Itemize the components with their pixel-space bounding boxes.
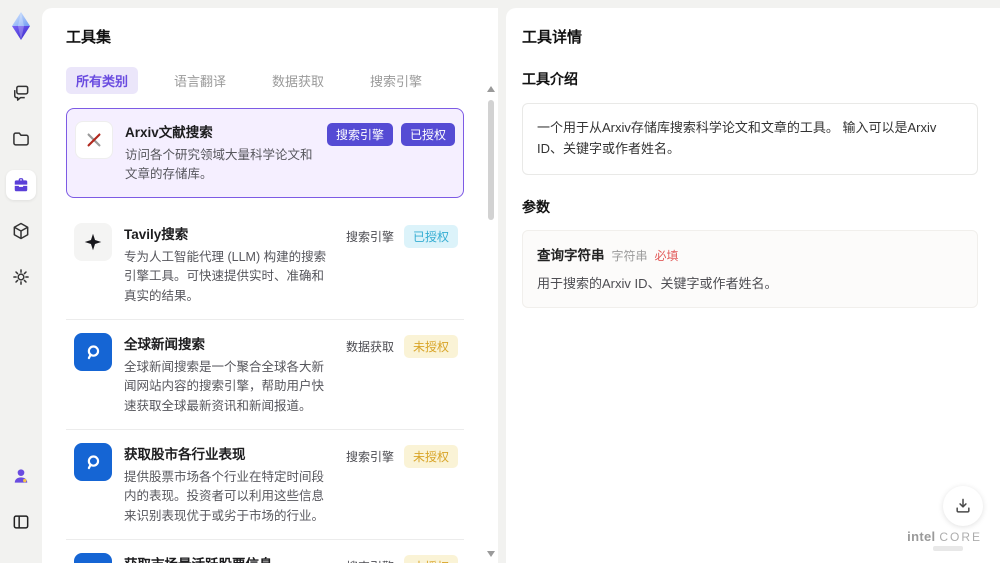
blue-q-logo-icon (74, 553, 112, 563)
settings-icon (13, 269, 29, 285)
category-badge: 数据获取 (345, 339, 394, 354)
sidebar-item-toolbox[interactable] (6, 170, 36, 200)
status-badge: 未授权 (403, 555, 458, 563)
tool-badges: 数据获取 未授权 (344, 334, 458, 358)
tool-badges: 搜索引擎 已授权 (326, 123, 455, 146)
tab-translation[interactable]: 语言翻译 (164, 67, 236, 94)
scroll-up-arrow[interactable] (487, 86, 495, 92)
status-badge: 未授权 (403, 445, 458, 468)
tool-description: 提供股票市场各个行业在特定时间段内的表现。投资者可以利用这些信息来识别表现优于或… (124, 470, 325, 523)
tool-description: 专为人工智能代理 (LLM) 构建的搜索引擎工具。可快速提供实时、准确和真实的结… (124, 249, 327, 303)
tool-row-sector-performance[interactable]: 获取股市各行业表现 提供股票市场各个行业在特定时间段内的表现。投资者可以利用这些… (66, 430, 464, 541)
blue-q-logo-icon (74, 332, 112, 371)
page-title: 工具集 (66, 29, 112, 46)
download-button[interactable] (943, 486, 983, 526)
status-badge: 未授权 (403, 334, 458, 358)
category-badge: 搜索引擎 (345, 450, 394, 464)
intel-sub-badge (933, 546, 964, 551)
category-badge: 搜索引擎 (344, 555, 396, 563)
sidebar-item-account[interactable] (6, 461, 36, 491)
folder-icon (13, 132, 29, 146)
tool-info: 全球新闻搜索 全球新闻搜索是一个聚合全球各大新闻网站内容的搜索引擎，帮助用户快速… (124, 333, 334, 416)
tool-badges: 搜索引擎 未授权 (344, 555, 458, 563)
blue-q-logo-icon (74, 443, 112, 481)
category-badge: 搜索引擎 (326, 123, 393, 146)
tab-all-categories[interactable]: 所有类别 (66, 67, 139, 94)
scrollbar-thumb[interactable] (488, 100, 494, 220)
param-name: 查询字符串 (537, 247, 605, 263)
sidebar-item-files[interactable] (6, 124, 36, 154)
intel-core-logo: intel CORE (907, 530, 982, 551)
intro-heading: 工具介绍 (522, 71, 578, 87)
download-icon (956, 498, 970, 513)
panel-toggle-icon (13, 515, 29, 529)
tool-info: 获取股市各行业表现 提供股票市场各个行业在特定时间段内的表现。投资者可以利用这些… (124, 443, 334, 526)
avatar-icon (14, 469, 28, 483)
tab-search-engine[interactable]: 搜索引擎 (360, 67, 432, 94)
tool-badges: 搜索引擎 未授权 (344, 445, 458, 468)
tavily-logo-icon (74, 222, 112, 261)
sidebar-item-collapse[interactable] (6, 507, 36, 537)
arxiv-logo-icon (75, 121, 113, 159)
tool-row-arxiv[interactable]: Arxiv文献搜索 访问各个研究领域大量科学论文和文章的存储库。 搜索引擎 已授… (66, 108, 464, 198)
sidebar-item-chat[interactable] (6, 78, 36, 108)
param-description: 用于搜索的Arxiv ID、关键字或作者姓名。 (537, 275, 778, 291)
status-badge: 已授权 (403, 224, 458, 248)
scroll-down-arrow[interactable] (487, 551, 495, 557)
details-title: 工具详情 (522, 29, 583, 46)
toolbox-icon (14, 178, 28, 192)
tool-description: 访问各个研究领域大量科学论文和文章的存储库。 (125, 148, 313, 182)
tool-row-most-active-stocks[interactable]: 获取市场最活跃股票信息 提供当天交易量最高的股票列表。投资者可以利用这些信息来识… (66, 540, 464, 563)
tools-panel: 工具集 所有类别 语言翻译 数据获取 搜索引擎 Arxiv文献搜索 访问各个研究… (42, 8, 498, 563)
param-card: 查询字符串 字符串 必填 用于搜索的Arxiv ID、关键字或作者姓名。 (522, 229, 978, 308)
tool-info: 获取市场最活跃股票信息 提供当天交易量最高的股票列表。投资者可以利用这些信息来识… (124, 553, 334, 563)
tool-intro-text: 一个用于从Arxiv存储库搜索科学论文和文章的工具。 输入可以是Arxiv ID… (522, 103, 978, 175)
tool-row-global-news[interactable]: 全球新闻搜索 全球新闻搜索是一个聚合全球各大新闻网站内容的搜索引擎，帮助用户快速… (66, 320, 464, 430)
gem-logo-icon (12, 12, 30, 40)
category-tabs: 所有类别 语言翻译 数据获取 搜索引擎 (66, 67, 476, 94)
tool-details-panel: 工具详情 工具介绍 一个用于从Arxiv存储库搜索科学论文和文章的工具。 输入可… (506, 8, 1000, 563)
tool-description: 全球新闻搜索是一个聚合全球各大新闻网站内容的搜索引擎，帮助用户快速获取全球最新资… (124, 359, 325, 413)
params-heading: 参数 (522, 198, 550, 215)
param-head: 查询字符串 字符串 必填 (537, 244, 963, 264)
param-required-label: 必填 (654, 248, 679, 263)
status-badge: 已授权 (400, 123, 455, 146)
tool-name: Arxiv文献搜索 (125, 125, 213, 140)
tool-badges: 搜索引擎 已授权 (344, 224, 458, 248)
tool-name: 获取市场最活跃股票信息 (124, 553, 334, 563)
tool-name: 获取股市各行业表现 (124, 447, 246, 462)
core-wordmark: CORE (939, 530, 982, 544)
category-badge: 搜索引擎 (345, 229, 394, 244)
tool-name: 全球新闻搜索 (124, 336, 205, 352)
intel-wordmark: intel (907, 529, 936, 544)
sidebar-item-settings[interactable] (6, 262, 36, 292)
tool-name: Tavily搜索 (124, 226, 189, 242)
tool-info: Tavily搜索 专为人工智能代理 (LLM) 构建的搜索引擎工具。可快速提供实… (124, 223, 334, 306)
param-type: 字符串 (611, 248, 648, 263)
sidebar-rail (0, 0, 42, 563)
tab-data-fetch[interactable]: 数据获取 (262, 67, 334, 94)
tool-list: Arxiv文献搜索 访问各个研究领域大量科学论文和文章的存储库。 搜索引擎 已授… (66, 108, 476, 563)
list-scrollbar[interactable] (487, 86, 496, 557)
chat-icon (14, 85, 29, 101)
cube-icon (13, 222, 29, 240)
tool-row-tavily[interactable]: Tavily搜索 专为人工智能代理 (LLM) 构建的搜索引擎工具。可快速提供实… (66, 210, 464, 320)
tool-info: Arxiv文献搜索 访问各个研究领域大量科学论文和文章的存储库。 (125, 121, 317, 185)
sidebar-item-packages[interactable] (6, 216, 36, 246)
app-logo[interactable] (8, 10, 34, 42)
